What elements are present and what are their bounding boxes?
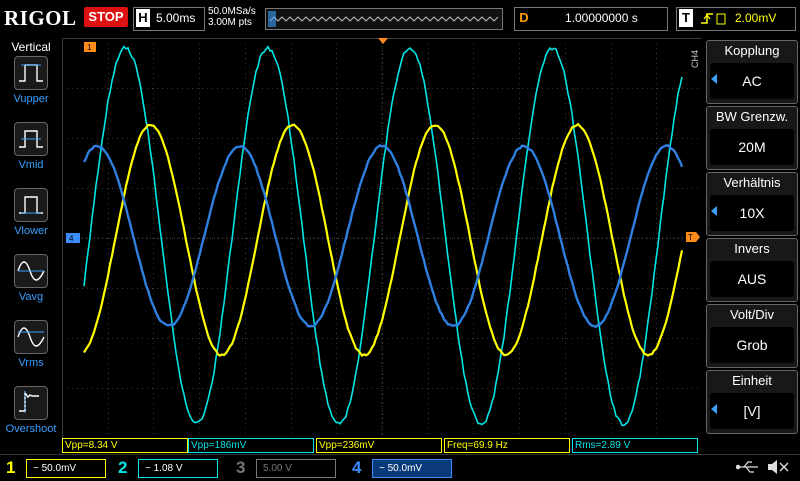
- ch3-scale: 5.00 V: [256, 459, 336, 478]
- memory-waveform-icon: [266, 9, 502, 29]
- speaker-muted-icon: [768, 460, 788, 474]
- graticule-center-ticks: [62, 38, 702, 438]
- channel-status-bar: 1 ~ 50.0mV 2 ~ 1.08 V 3 5.00 V 4 ~ 50.0m…: [0, 454, 800, 481]
- ch2-scale: ~ 1.08 V: [138, 459, 218, 478]
- trigger-position-marker: [378, 38, 388, 44]
- probe-ratio-title: Verhältnis: [707, 175, 797, 190]
- acquisition-info: 50.0MSa/s 3.00M pts: [208, 6, 256, 28]
- vavg-label: Vavg: [0, 291, 62, 303]
- vrms-icon: [14, 320, 48, 354]
- unit-title: Einheit: [707, 373, 797, 388]
- usb-speaker-status: [736, 458, 792, 476]
- left-arrow-icon: [711, 206, 717, 216]
- probe-ratio-setting[interactable]: Verhältnis 10X: [706, 172, 798, 236]
- invert-title: Invers: [707, 241, 797, 256]
- ch4-waveform: [84, 145, 682, 326]
- volt-div-setting[interactable]: Volt/Div Grob: [706, 304, 798, 368]
- run-stop-indicator[interactable]: STOP: [84, 7, 128, 27]
- vlower-icon: [14, 188, 48, 222]
- timebase-letter: H: [136, 9, 150, 27]
- coupling-title: Kopplung: [707, 43, 797, 58]
- vavg-icon: [14, 254, 48, 288]
- ch4-scale: ~ 50.0mV: [372, 459, 452, 478]
- measurement-item[interactable]: Freq=69.9 Hz: [444, 438, 570, 453]
- probe-ratio-value: 10X: [710, 195, 794, 231]
- ch1-scale: ~ 50.0mV: [26, 459, 106, 478]
- memory-depth: 3.00M pts: [208, 17, 256, 28]
- ch3-number: 3: [236, 457, 245, 479]
- overshoot-icon: [14, 386, 48, 420]
- ch1-number: 1: [6, 457, 15, 479]
- ch2-number: 2: [118, 457, 127, 479]
- bandwidth-limit-setting[interactable]: BW Grenzw. 20M: [706, 106, 798, 170]
- bandwidth-value: 20M: [710, 129, 794, 165]
- channel-menu: Kopplung AC BW Grenzw. 20M Verhältnis 10…: [702, 38, 800, 438]
- volt-div-value: Grob: [710, 327, 794, 363]
- vrms-label: Vrms: [0, 357, 62, 369]
- bandwidth-title: BW Grenzw.: [707, 109, 797, 124]
- measurement-item[interactable]: Vpp=8.34 V: [62, 438, 188, 453]
- coupling-setting[interactable]: Kopplung AC: [706, 40, 798, 104]
- vupper-label: Vupper: [0, 93, 62, 105]
- vmid-icon: [14, 122, 48, 156]
- svg-text:T: T: [688, 233, 693, 242]
- measure-menu: Vertical Vupper Vmid Vlower Vavg Vrms Ov: [0, 38, 62, 438]
- usb-icon: [736, 462, 758, 472]
- volt-div-title: Volt/Div: [707, 307, 797, 322]
- trigger-level-marker[interactable]: T: [686, 232, 700, 242]
- memory-overview-bar[interactable]: [265, 8, 503, 30]
- top-status-bar: RIGOL STOP H 5.00ms 50.0MSa/s 3.00M pts …: [0, 0, 800, 38]
- active-channel-tag: CH4: [690, 50, 700, 68]
- vmid-label: Vmid: [0, 159, 62, 171]
- waveform-display[interactable]: 1 4 T: [62, 38, 702, 438]
- delay-value: 1.00000000 s: [565, 11, 638, 25]
- invert-value: AUS: [710, 261, 794, 297]
- measurement-item[interactable]: Rms=2.89 V: [572, 438, 698, 453]
- unit-setting[interactable]: Einheit [V]: [706, 370, 798, 434]
- ch4-offset-marker[interactable]: 4: [66, 233, 80, 243]
- vupper-icon: [14, 56, 48, 90]
- ch1-offset-marker[interactable]: 1: [84, 42, 96, 52]
- timebase-value: 5.00ms: [156, 11, 195, 25]
- ch4-number: 4: [352, 457, 361, 479]
- trigger-level: 2.00mV: [735, 11, 776, 25]
- measurement-item[interactable]: Vpp=186mV: [188, 438, 314, 453]
- svg-text:4: 4: [69, 234, 74, 243]
- invert-setting[interactable]: Invers AUS: [706, 238, 798, 302]
- trigger-box[interactable]: T 2.00mV: [676, 7, 796, 31]
- measurement-item[interactable]: Vpp=236mV: [316, 438, 442, 453]
- sample-rate: 50.0MSa/s: [208, 6, 256, 17]
- left-arrow-icon: [711, 404, 717, 414]
- measure-menu-title: Vertical: [0, 40, 62, 54]
- vlower-label: Vlower: [0, 225, 62, 237]
- overshoot-label: Overshoot: [0, 423, 62, 435]
- brand-logo: RIGOL: [4, 6, 77, 31]
- delay-box[interactable]: D 1.00000000 s: [514, 7, 668, 31]
- timebase-box[interactable]: H 5.00ms: [133, 7, 205, 31]
- measurement-bar: Vpp=8.34 V Vpp=186mV Vpp=236mV Freq=69.9…: [62, 438, 702, 452]
- left-arrow-icon: [711, 74, 717, 84]
- delay-letter: D: [517, 9, 531, 27]
- coupling-value: AC: [710, 63, 794, 99]
- trigger-edge-icon: [699, 11, 727, 27]
- svg-text:1: 1: [87, 43, 92, 52]
- trigger-letter: T: [679, 9, 693, 27]
- unit-value: [V]: [710, 393, 794, 429]
